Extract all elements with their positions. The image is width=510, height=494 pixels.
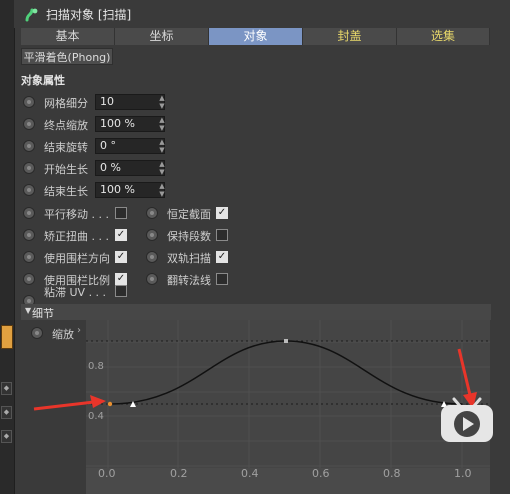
correct-twist-label: 矫正扭曲 . . . [44, 230, 109, 243]
parallel-move-label: 平行移动 . . . [44, 208, 109, 221]
keyframe-radio[interactable] [146, 273, 158, 285]
keyframe-radio[interactable] [23, 162, 35, 174]
left-stepper-icon[interactable]: ◆ [1, 382, 12, 395]
sticky-uv-label: 粘滞 UV . . . [44, 286, 107, 299]
video-play-icon[interactable] [440, 397, 494, 443]
subdivision-input[interactable]: 10 [95, 94, 165, 110]
flip-normals-label: 翻转法线 [167, 274, 211, 287]
stepper-icon[interactable]: ▲ ▼ [158, 94, 166, 110]
keep-segments-checkbox[interactable] [216, 229, 228, 241]
x-tick-label: 0.6 [312, 467, 330, 480]
end-rotation-label: 结束旋转 [44, 141, 88, 154]
rail-direction-label: 使用围栏方向 [44, 252, 110, 265]
tab-object[interactable]: 对象 [209, 28, 303, 45]
stepper-icon[interactable]: ▲ ▼ [158, 116, 166, 132]
sticky-uv-checkbox[interactable] [115, 285, 127, 297]
parallel-move-checkbox[interactable] [115, 207, 127, 219]
section-title: 对象属性 [21, 74, 65, 87]
x-tick-label: 0.2 [170, 467, 188, 480]
spline-knot-start[interactable] [107, 401, 113, 407]
correct-twist-checkbox[interactable]: ✓ [115, 229, 127, 241]
x-tick-label: 1.0 [454, 467, 472, 480]
end-rotation-input[interactable]: 0 ° [95, 138, 165, 154]
end-growth-label: 结束生长 [44, 185, 88, 198]
y-tick-label: 0.8 [88, 361, 104, 372]
spline-knot-peak[interactable] [284, 339, 288, 343]
graph-ruler [86, 468, 490, 494]
rail-direction-checkbox[interactable]: ✓ [115, 251, 127, 263]
start-growth-input[interactable]: 0 % [95, 160, 165, 176]
keyframe-radio[interactable] [23, 273, 35, 285]
details-title: 细节 [32, 307, 54, 320]
dual-rail-label: 双轨扫描 [167, 252, 211, 265]
details-section-header[interactable] [21, 304, 491, 320]
keyframe-radio[interactable] [31, 327, 43, 339]
sweep-object-icon [25, 8, 38, 22]
spline-graph[interactable]: 0.8 0.4 0.0 0.2 0.4 0.6 0.8 1.0 [86, 320, 490, 494]
left-stepper-icon[interactable]: ◆ [1, 406, 12, 419]
constant-section-label: 恒定截面 [167, 208, 211, 221]
film-thumbnail[interactable] [1, 325, 13, 349]
object-title: 扫描对象 [扫描] [46, 8, 132, 22]
keyframe-radio[interactable] [146, 251, 158, 263]
x-tick-label: 0.8 [383, 467, 401, 480]
collapse-triangle-icon[interactable]: ▼ [25, 306, 31, 315]
keyframe-radio[interactable] [23, 118, 35, 130]
stepper-icon[interactable]: ▲ ▼ [158, 182, 166, 198]
tab-caps[interactable]: 封盖 [303, 28, 397, 45]
x-tick-label: 0.4 [241, 467, 259, 480]
flip-normals-checkbox[interactable] [216, 273, 228, 285]
annotation-arrow-icon [33, 395, 106, 411]
zoom-label: 缩放 [52, 328, 74, 341]
phong-shading-tab[interactable]: 平滑着色(Phong) [21, 48, 113, 65]
keep-segments-label: 保持段数 [167, 230, 211, 243]
end-scale-label: 终点缩放 [44, 119, 88, 132]
rail-scale-checkbox[interactable]: ✓ [115, 273, 127, 285]
constant-section-checkbox[interactable]: ✓ [216, 207, 228, 219]
tab-basic[interactable]: 基本 [21, 28, 115, 45]
keyframe-radio[interactable] [23, 207, 35, 219]
left-panel-strip [0, 0, 15, 494]
keyframe-radio[interactable] [23, 229, 35, 241]
x-tick-label: 0.0 [98, 467, 116, 480]
tab-selections[interactable]: 选集 [397, 28, 490, 45]
stepper-icon[interactable]: ▲ ▼ [158, 160, 166, 176]
chevron-right-icon[interactable]: › [77, 325, 81, 336]
graph-background [86, 320, 490, 494]
stepper-icon[interactable]: ▲ ▼ [158, 138, 166, 154]
end-growth-input[interactable]: 100 % [95, 182, 165, 198]
keyframe-radio[interactable] [23, 96, 35, 108]
keyframe-radio[interactable] [23, 184, 35, 196]
start-growth-label: 开始生长 [44, 163, 88, 176]
tab-coordinates[interactable]: 坐标 [115, 28, 209, 45]
keyframe-radio[interactable] [146, 207, 158, 219]
subdivision-label: 网格细分 [44, 97, 88, 110]
keyframe-radio[interactable] [23, 140, 35, 152]
left-stepper-icon[interactable]: ◆ [1, 430, 12, 443]
keyframe-radio[interactable] [146, 229, 158, 241]
end-scale-input[interactable]: 100 % [95, 116, 165, 132]
dual-rail-checkbox[interactable]: ✓ [216, 251, 228, 263]
keyframe-radio[interactable] [23, 251, 35, 263]
